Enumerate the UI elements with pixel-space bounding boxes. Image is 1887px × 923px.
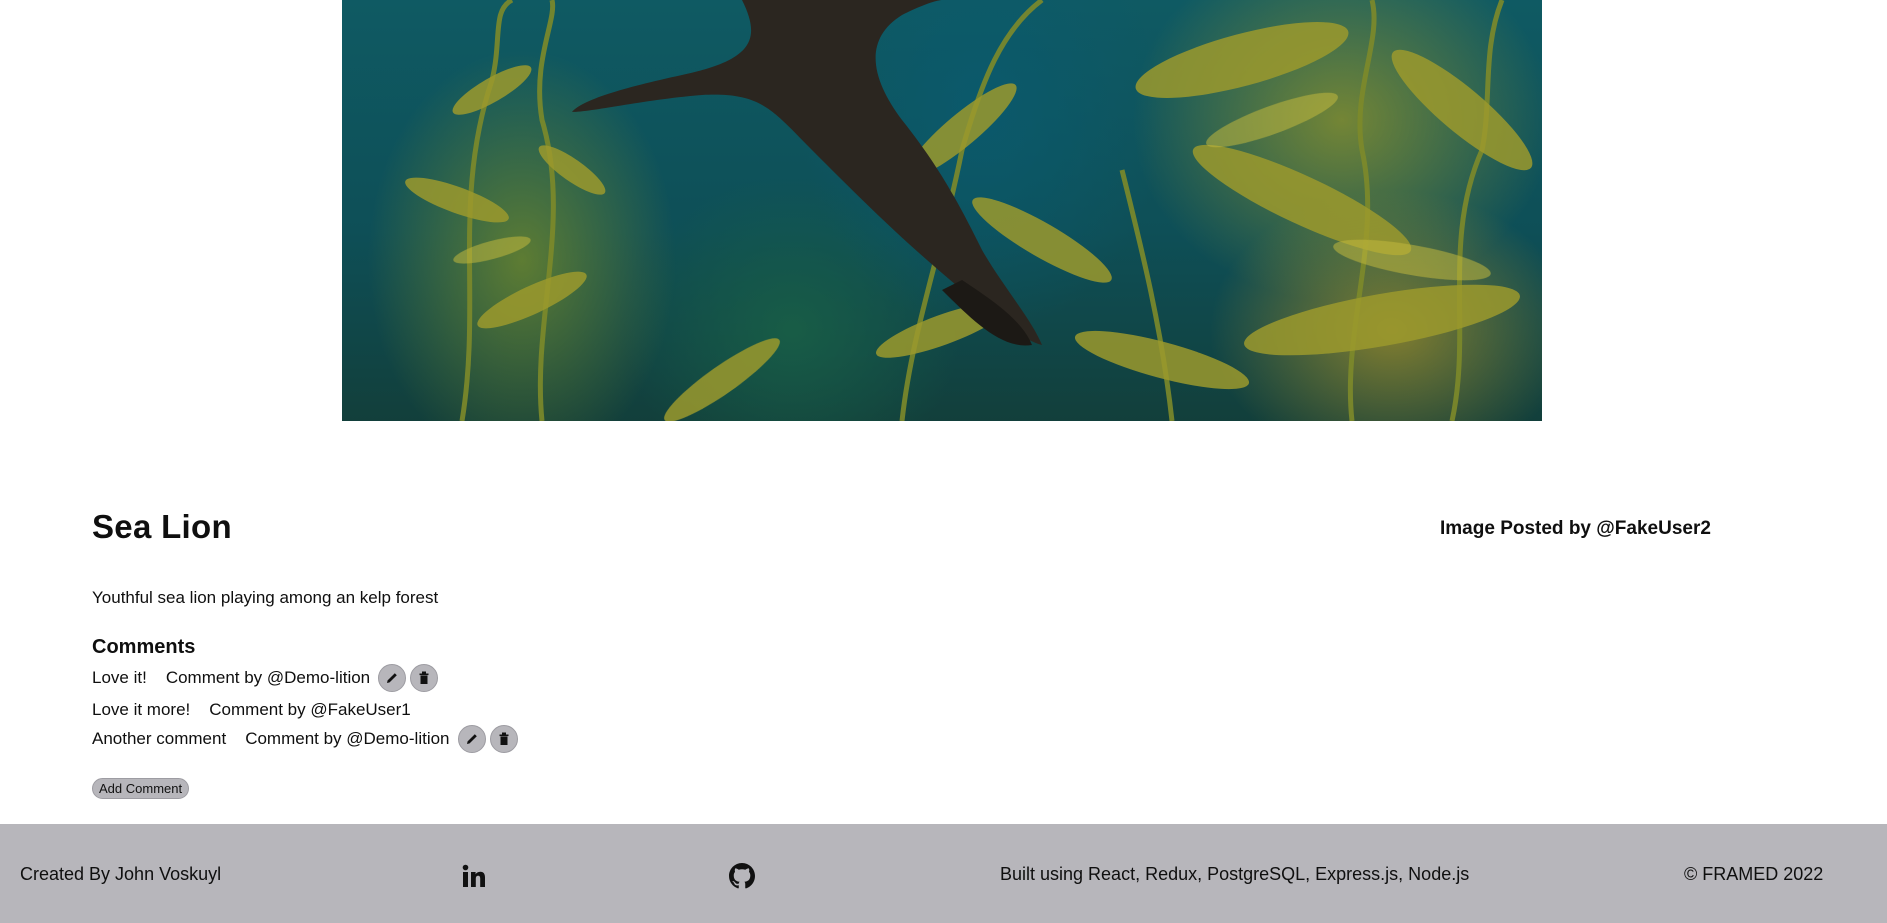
trash-icon <box>419 671 429 684</box>
comment-item: Love it more! Comment by @FakeUser1 <box>92 695 419 725</box>
github-link[interactable] <box>728 862 756 890</box>
posted-by: Image Posted by @FakeUser2 <box>1440 518 1711 539</box>
edit-comment-button[interactable] <box>378 664 407 692</box>
comment-item: Another comment Comment by @Demo-lition <box>92 724 522 754</box>
post-description: Youthful sea lion playing among an kelp … <box>92 588 439 607</box>
sea-lion-kelp-photo <box>405 0 1533 421</box>
comment-author: Comment by @FakeUser1 <box>209 700 411 719</box>
delete-comment-button[interactable] <box>489 725 518 753</box>
post-image <box>342 0 1542 421</box>
linkedin-icon <box>462 864 485 887</box>
pencil-icon <box>387 673 397 683</box>
comment-author: Comment by @Demo-lition <box>245 729 450 748</box>
post-title: Sea Lion <box>92 508 232 545</box>
edit-comment-button[interactable] <box>457 725 486 753</box>
footer-built-with: Built using React, Redux, PostgreSQL, Ex… <box>1000 864 1470 884</box>
linkedin-link[interactable] <box>460 862 488 890</box>
pencil-icon <box>466 734 477 744</box>
post-detail-page: Sea Lion Image Posted by @FakeUser2 Yout… <box>0 0 1887 923</box>
comments-heading: Comments <box>92 636 196 658</box>
footer-copyright: © FRAMED 2022 <box>1684 864 1824 884</box>
comment-text: Another comment <box>92 729 227 748</box>
comment-item: Love it! Comment by @Demo-lition <box>92 663 442 693</box>
trash-icon <box>499 732 509 745</box>
comment-text: Love it! <box>92 668 147 687</box>
footer: Created By John Voskuyl Built using Reac… <box>0 824 1887 923</box>
github-icon <box>729 863 755 889</box>
add-comment-button[interactable]: Add Comment <box>92 778 190 799</box>
comment-text: Love it more! <box>92 700 191 719</box>
comment-author: Comment by @Demo-lition <box>165 668 371 687</box>
footer-created-by: Created By John Voskuyl <box>20 864 222 884</box>
delete-comment-button[interactable] <box>410 664 439 692</box>
